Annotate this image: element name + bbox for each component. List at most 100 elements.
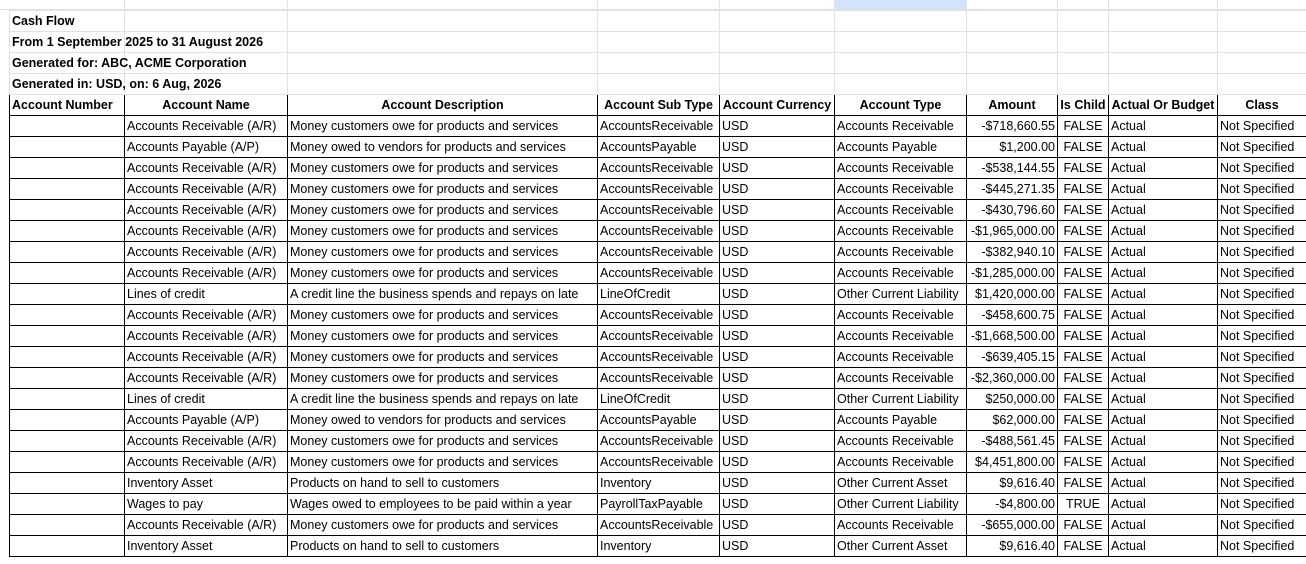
cell-amount[interactable]: -$639,405.15 (966, 346, 1058, 368)
cell-account-name[interactable]: Accounts Receivable (A/R) (124, 367, 288, 389)
cell-account-name[interactable]: Accounts Payable (A/P) (124, 136, 288, 158)
cell-amount[interactable]: $9,616.40 (966, 535, 1058, 557)
cell-amount[interactable]: $62,000.00 (966, 409, 1058, 431)
cell-account-number[interactable] (9, 178, 125, 200)
cell-is-child[interactable]: FALSE (1057, 430, 1109, 452)
cell-amount[interactable]: -$445,271.35 (966, 178, 1058, 200)
cell-account-sub-type[interactable]: AccountsReceivable (597, 220, 720, 242)
cell-account-description[interactable]: Wages owed to employees to be paid withi… (287, 493, 598, 515)
cell-is-child[interactable]: FALSE (1057, 472, 1109, 494)
cell-account-currency[interactable]: USD (719, 115, 835, 137)
cell-account-sub-type[interactable]: AccountsReceivable (597, 262, 720, 284)
cell-is-child[interactable]: FALSE (1057, 325, 1109, 347)
cell-account-description[interactable]: Money customers owe for products and ser… (287, 514, 598, 536)
cell-class[interactable]: Not Specified (1217, 241, 1306, 263)
cell-amount[interactable]: -$430,796.60 (966, 199, 1058, 221)
cell-account-type[interactable]: Accounts Receivable (834, 451, 967, 473)
cell-is-child[interactable]: FALSE (1057, 535, 1109, 557)
cell-account-name[interactable]: Wages to pay (124, 493, 288, 515)
cell-class[interactable]: Not Specified (1217, 346, 1306, 368)
header-amount[interactable]: Amount (966, 94, 1058, 116)
cell-account-currency[interactable]: USD (719, 367, 835, 389)
cell-account-number[interactable] (9, 367, 125, 389)
cell-amount[interactable]: -$1,285,000.00 (966, 262, 1058, 284)
cell-account-name[interactable]: Accounts Receivable (A/R) (124, 451, 288, 473)
cell-account-number[interactable] (9, 115, 125, 137)
cell-account-currency[interactable]: USD (719, 430, 835, 452)
cell-account-description[interactable]: Money customers owe for products and ser… (287, 451, 598, 473)
cell-class[interactable]: Not Specified (1217, 451, 1306, 473)
cell-is-child[interactable]: FALSE (1057, 346, 1109, 368)
cell-account-sub-type[interactable]: AccountsReceivable (597, 199, 720, 221)
cell-actual-or-budget[interactable]: Actual (1108, 409, 1218, 431)
cell-account-currency[interactable]: USD (719, 451, 835, 473)
cell-amount[interactable]: -$458,600.75 (966, 304, 1058, 326)
cell-class[interactable]: Not Specified (1217, 157, 1306, 179)
cell-actual-or-budget[interactable]: Actual (1108, 388, 1218, 410)
cell-actual-or-budget[interactable]: Actual (1108, 325, 1218, 347)
header-account-name[interactable]: Account Name (124, 94, 288, 116)
cell-account-type[interactable]: Accounts Receivable (834, 430, 967, 452)
cell-actual-or-budget[interactable]: Actual (1108, 136, 1218, 158)
cell-account-sub-type[interactable]: AccountsReceivable (597, 346, 720, 368)
cell-account-description[interactable]: Products on hand to sell to customers (287, 535, 598, 557)
cell-account-description[interactable]: Money customers owe for products and ser… (287, 430, 598, 452)
cell-account-description[interactable]: Money owed to vendors for products and s… (287, 136, 598, 158)
cell-class[interactable]: Not Specified (1217, 493, 1306, 515)
cell-account-description[interactable]: Money owed to vendors for products and s… (287, 409, 598, 431)
cell-account-name[interactable]: Accounts Receivable (A/R) (124, 178, 288, 200)
cell-account-currency[interactable]: USD (719, 220, 835, 242)
cell-account-currency[interactable]: USD (719, 514, 835, 536)
cell-account-currency[interactable]: USD (719, 241, 835, 263)
header-account-currency[interactable]: Account Currency (719, 94, 835, 116)
cell-account-sub-type[interactable]: PayrollTaxPayable (597, 493, 720, 515)
cell-class[interactable]: Not Specified (1217, 136, 1306, 158)
cell-account-sub-type[interactable]: AccountsReceivable (597, 178, 720, 200)
cell-account-description[interactable]: Money customers owe for products and ser… (287, 367, 598, 389)
header-actual-or-budget[interactable]: Actual Or Budget (1108, 94, 1218, 116)
cell-is-child[interactable]: FALSE (1057, 220, 1109, 242)
cell-account-sub-type[interactable]: AccountsReceivable (597, 367, 720, 389)
cell-actual-or-budget[interactable]: Actual (1108, 178, 1218, 200)
cell-account-currency[interactable]: USD (719, 346, 835, 368)
cell-actual-or-budget[interactable]: Actual (1108, 199, 1218, 221)
cell-amount[interactable]: $1,200.00 (966, 136, 1058, 158)
cell-actual-or-budget[interactable]: Actual (1108, 346, 1218, 368)
cell-actual-or-budget[interactable]: Actual (1108, 115, 1218, 137)
cell-account-name[interactable]: Accounts Receivable (A/R) (124, 262, 288, 284)
cell-account-number[interactable] (9, 493, 125, 515)
cell-account-name[interactable]: Accounts Receivable (A/R) (124, 430, 288, 452)
cell-account-number[interactable] (9, 535, 125, 557)
cell-class[interactable]: Not Specified (1217, 535, 1306, 557)
cell-account-type[interactable]: Accounts Receivable (834, 514, 967, 536)
cell-account-type[interactable]: Other Current Liability (834, 388, 967, 410)
cell-amount[interactable]: -$2,360,000.00 (966, 367, 1058, 389)
cell-account-sub-type[interactable]: AccountsReceivable (597, 157, 720, 179)
cell-account-currency[interactable]: USD (719, 472, 835, 494)
cell-account-description[interactable]: Money customers owe for products and ser… (287, 346, 598, 368)
cell-account-number[interactable] (9, 262, 125, 284)
cell-actual-or-budget[interactable]: Actual (1108, 472, 1218, 494)
cell-amount[interactable]: $250,000.00 (966, 388, 1058, 410)
cell-amount[interactable]: -$488,561.45 (966, 430, 1058, 452)
cell-account-type[interactable]: Accounts Receivable (834, 157, 967, 179)
report-generated-for[interactable]: Generated for: ABC, ACME Corporation (9, 52, 247, 74)
cell-actual-or-budget[interactable]: Actual (1108, 493, 1218, 515)
cell-account-type[interactable]: Accounts Receivable (834, 304, 967, 326)
cell-account-number[interactable] (9, 514, 125, 536)
cell-account-sub-type[interactable]: AccountsReceivable (597, 241, 720, 263)
cell-account-name[interactable]: Accounts Receivable (A/R) (124, 304, 288, 326)
cell-account-name[interactable]: Accounts Receivable (A/R) (124, 220, 288, 242)
cell-account-number[interactable] (9, 451, 125, 473)
cell-actual-or-budget[interactable]: Actual (1108, 262, 1218, 284)
cell-account-name[interactable]: Accounts Receivable (A/R) (124, 199, 288, 221)
cell-amount[interactable]: -$655,000.00 (966, 514, 1058, 536)
cell-account-sub-type[interactable]: Inventory (597, 535, 720, 557)
cell-account-description[interactable]: Money customers owe for products and ser… (287, 115, 598, 137)
cell-account-description[interactable]: Money customers owe for products and ser… (287, 178, 598, 200)
cell-account-currency[interactable]: USD (719, 535, 835, 557)
cell-actual-or-budget[interactable]: Actual (1108, 367, 1218, 389)
cell-account-number[interactable] (9, 157, 125, 179)
cell-actual-or-budget[interactable]: Actual (1108, 283, 1218, 305)
header-account-sub-type[interactable]: Account Sub Type (597, 94, 720, 116)
